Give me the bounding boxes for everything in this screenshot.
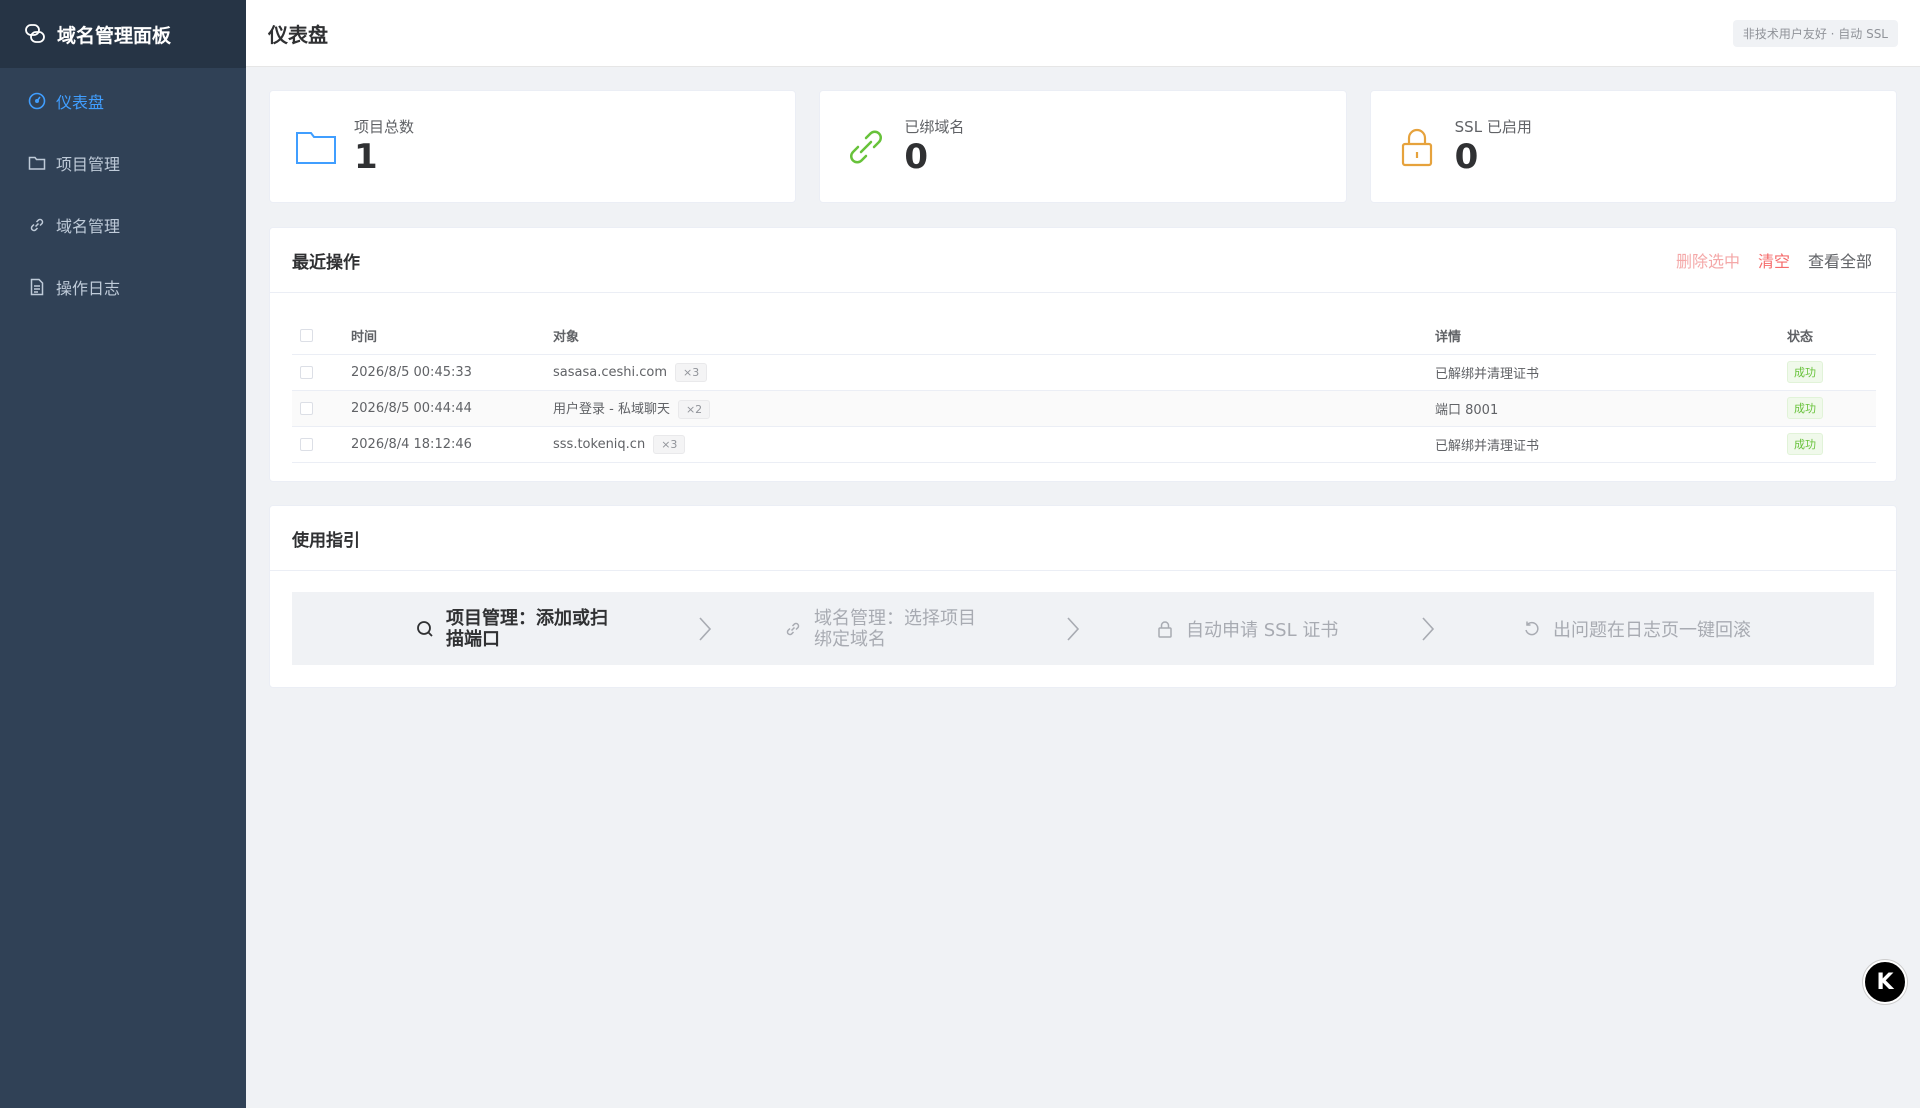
link-icon [28, 216, 46, 234]
cell-detail: 端口 8001 [1435, 390, 1787, 427]
guide-step-projects[interactable]: 项目管理：添加或扫 描端口 [416, 608, 608, 650]
sidebar-item-dashboard[interactable]: 仪表盘 [0, 70, 246, 132]
table-row[interactable]: 2026/8/5 00:44:44 用户登录 - 私域聊天 ×2 端口 8001 … [292, 390, 1876, 427]
stat-label: SSL 已启用 [1454, 118, 1532, 136]
stat-card-ssl: SSL 已启用 0 [1369, 90, 1897, 203]
count-badge: ×3 [675, 362, 708, 382]
cell-detail: 已解绑并清理证书 [1435, 426, 1787, 463]
sidebar: 域名管理面板 仪表盘 项目管理 域名管理 操作日志 [0, 0, 246, 1108]
status-badge: 成功 [1787, 361, 1823, 383]
guide-step-ssl[interactable]: 自动申请 SSL 证书 [1156, 616, 1338, 642]
guide-steps: 项目管理：添加或扫描端口 域名管理：选择项目绑定域名 自动申请 SSL 证书 [292, 592, 1874, 665]
count-badge: ×3 [653, 434, 686, 454]
floating-assistant-button[interactable]: K [1863, 960, 1907, 1004]
status-badge: 成功 [1787, 433, 1823, 455]
stat-value: 0 [1454, 137, 1479, 177]
stat-value: 0 [904, 137, 928, 177]
select-all-checkbox[interactable] [300, 329, 313, 343]
sidebar-item-label: 项目管理 [56, 155, 121, 174]
sidebar-item-label: 域名管理 [56, 217, 121, 236]
delete-selected-button[interactable]: 删除选中 [1676, 248, 1740, 272]
clear-button[interactable]: 清空 [1758, 248, 1790, 272]
document-icon [28, 278, 46, 296]
brand[interactable]: 域名管理面板 [0, 0, 246, 68]
table-header-row: 时间 对象 详情 状态 [292, 318, 1876, 355]
card-actions: 删除选中 清空 查看全部 [1676, 248, 1872, 272]
sidebar-item-domains[interactable]: 域名管理 [0, 194, 246, 256]
target-text: 用户登录 - 私域聊天 [553, 401, 670, 417]
dashboard-icon [28, 92, 46, 110]
chevron-right-icon [1419, 615, 1437, 643]
count-badge: ×2 [677, 399, 711, 419]
guide-step-line: 自动申请 SSL 证书 [1186, 619, 1339, 641]
lock-icon [1156, 620, 1174, 638]
row-checkbox[interactable] [300, 365, 313, 379]
folder-icon [294, 125, 338, 169]
column-header-target: 对象 [553, 318, 1435, 355]
folder-icon [28, 154, 46, 172]
card-title: 最近操作 [292, 252, 360, 273]
cell-status: 成功 [1787, 354, 1876, 391]
guide-step-line: 出问题在日志页一键回滚 [1553, 619, 1751, 641]
row-checkbox[interactable] [300, 401, 313, 415]
app-title: 域名管理面板 [57, 24, 172, 47]
sidebar-item-label: 操作日志 [56, 279, 121, 298]
cell-target: 用户登录 - 私域聊天 ×2 [553, 390, 1435, 427]
guide-step-rollback[interactable]: 出问题在日志页一键回滚 [1523, 616, 1751, 642]
header-tag: 非技术用户友好 · 自动 SSL [1732, 19, 1898, 47]
stat-card-domains: 已绑域名 0 [819, 90, 1347, 203]
table-row[interactable]: 2026/8/5 00:45:33 sasasa.ceshi.com ×3 已解绑… [292, 354, 1876, 391]
card-header: 最近操作 删除选中 清空 查看全部 [270, 228, 1896, 293]
page-title: 仪表盘 [268, 22, 328, 47]
cell-time: 2026/8/5 00:44:44 [351, 390, 553, 427]
link-icon [784, 620, 802, 638]
lock-icon [1395, 125, 1439, 169]
stats-row: 项目总数 1 已绑域名 0 SSL 已启用 0 [269, 90, 1897, 203]
guide-step-line: 域名管理：选择项目 [814, 607, 976, 629]
cell-detail: 已解绑并清理证书 [1435, 354, 1787, 391]
sidebar-item-logs[interactable]: 操作日志 [0, 256, 246, 318]
stat-card-projects: 项目总数 1 [269, 90, 797, 203]
row-checkbox[interactable] [300, 437, 313, 451]
guide-step-domains[interactable]: 域名管理：选择项目 绑定域名 [784, 608, 976, 650]
sidebar-item-projects[interactable]: 项目管理 [0, 132, 246, 194]
guide-step-line: 描端口 [446, 628, 500, 650]
guide-step-line: 绑定域名 [814, 628, 886, 650]
cell-time: 2026/8/5 00:45:33 [351, 354, 553, 391]
target-text: sasasa.ceshi.com [553, 364, 668, 380]
column-header-time: 时间 [351, 318, 553, 355]
recent-operations-card: 最近操作 删除选中 清空 查看全部 时间 对象 详情 状态 2026/8/5 0… [269, 227, 1897, 482]
operations-table: 时间 对象 详情 状态 2026/8/5 00:45:33 sasasa.ces… [292, 318, 1876, 463]
target-text: sss.tokeniq.cn [553, 436, 646, 452]
cell-target: sasasa.ceshi.com ×3 [553, 354, 1435, 391]
chat-bubbles-icon [24, 23, 46, 45]
card-title: 使用指引 [292, 530, 360, 551]
cell-status: 成功 [1787, 390, 1876, 427]
cell-status: 成功 [1787, 426, 1876, 463]
usage-guide-card: 使用指引 项目管理：添加或扫 描端口 域名管理：选择项目 绑定域名 自动申请 S… [269, 505, 1897, 688]
undo-icon [1523, 620, 1541, 638]
stat-label: 已绑域名 [904, 118, 965, 136]
main-area: 仪表盘 非技术用户友好 · 自动 SSL 项目总数 1 已绑域名 0 SSL 已… [246, 0, 1920, 1108]
stat-label: 项目总数 [354, 118, 415, 136]
guide-step-line: 项目管理：添加或扫 [446, 607, 608, 629]
status-badge: 成功 [1787, 397, 1823, 419]
sidebar-nav: 仪表盘 项目管理 域名管理 操作日志 [0, 68, 246, 318]
cell-target: sss.tokeniq.cn ×3 [553, 426, 1435, 463]
cell-time: 2026/8/4 18:12:46 [351, 426, 553, 463]
card-header: 使用指引 [270, 506, 1896, 571]
link-icon [844, 125, 888, 169]
table-row[interactable]: 2026/8/4 18:12:46 sss.tokeniq.cn ×3 已解绑并清… [292, 426, 1876, 463]
stat-value: 1 [354, 137, 378, 177]
header: 仪表盘 非技术用户友好 · 自动 SSL [246, 0, 1920, 67]
column-header-detail: 详情 [1435, 318, 1787, 355]
column-header-status: 状态 [1787, 318, 1876, 355]
chevron-right-icon [1064, 615, 1082, 643]
sidebar-item-label: 仪表盘 [56, 93, 105, 112]
search-icon [416, 620, 434, 638]
view-all-button[interactable]: 查看全部 [1808, 248, 1872, 272]
chevron-right-icon [696, 615, 714, 643]
